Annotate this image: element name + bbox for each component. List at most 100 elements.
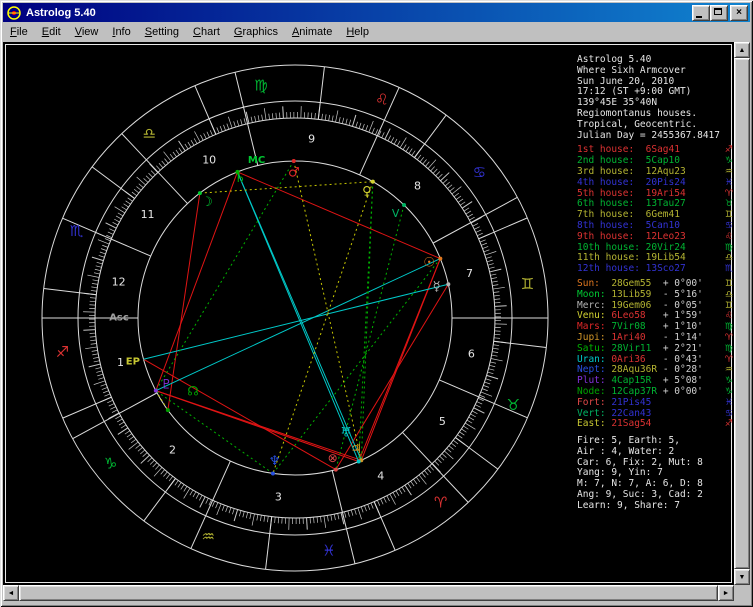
title-bar: Astrolog 5.40 × [3,3,750,22]
svg-text:EP: EP [126,357,140,368]
zodiac-sign-icon: ♊ [724,278,733,289]
planet-position: 13Lib59 [611,288,663,300]
menu-item-setting[interactable]: Setting [138,24,186,40]
svg-text:♊: ♊ [521,275,534,293]
svg-text:Asc: Asc [109,313,129,324]
zodiac-sign-icon: ♌ [724,231,733,242]
chart-canvas[interactable]: ♈ ♉ ♊ ♋ ♌ ♍ ♎ ♏ ♐ ♑ ♒ ♓ 1 2 3 4 5 6 7 8 9 10 11 12 ☉ ☽ ☿ ♀ ♂ ♃ ♄ ♅ ♆ ♇ ☊ ⊗ V… [3,42,734,585]
menu-item-graphics[interactable]: Graphics [227,24,285,40]
planet-row: Moon: 13Lib59 - 5°16' ♎ [577,288,733,301]
planet-row: Satu: 28Vir11 + 2°21' ♍ [577,342,733,355]
house-row: 9th house: 12Leo23 ♌ [577,230,733,243]
chart-info-block: Astrolog 5.40 Where Sixh Armcover Sun June… [577,54,733,141]
zodiac-sign-icon: ♑ [724,376,733,387]
house-row: 4th house: 20Pis24 ♓ [577,176,733,189]
zodiac-sign-icon: ♍ [724,343,733,354]
zodiac-sign-icon: ♑ [724,156,733,167]
svg-text:♆: ♆ [269,454,281,469]
svg-text:9: 9 [308,132,315,145]
zodiac-sign-icon: ♓ [724,397,733,408]
svg-text:2: 2 [169,443,176,456]
svg-text:7: 7 [466,267,473,280]
element-tally-block: Fire: 5, Earth: 5, Air : 4, Water: 2 Car: … [577,435,733,512]
svg-text:MC: MC [248,155,265,166]
zodiac-sign-icon: ♐ [724,145,733,156]
menu-item-chart[interactable]: Chart [186,24,227,40]
scroll-left-arrow[interactable]: ◄ [3,585,19,601]
zodiac-sign-icon: ♎ [724,253,733,264]
svg-text:♇: ♇ [161,378,173,393]
svg-text:♓: ♓ [322,542,335,560]
svg-text:3: 3 [275,491,282,504]
chart-info-line: Where Sixh Armcover [577,64,686,76]
house-cusp-text: 12th house: 13Sco27 [577,263,686,275]
svg-text:☊: ☊ [187,384,199,399]
svg-text:♄: ♄ [234,171,246,186]
planet-latitude: + 2°21' [662,342,703,354]
planet-position-list: Sun: 28Gem55 + 0°00' ♊ Moon: 13Lib59 - 5°1… [577,278,733,430]
vertical-scrollbar[interactable]: ▲ ▼ [734,42,750,585]
tally-line: Learn: 9, Share: 7 [577,499,680,511]
planet-name: Satu: [577,342,612,354]
menu-item-info[interactable]: Info [105,24,137,40]
app-window: Astrolog 5.40 × File Edit View Info Setting C… [0,0,753,607]
menu-item-help[interactable]: Help [339,24,376,40]
zodiac-sign-icon: ♊ [724,210,733,221]
svg-text:4: 4 [377,470,384,483]
zodiac-sign-icon: ♐ [724,419,733,430]
planet-row: East: 21Sag54 ♐ [577,418,733,430]
wheel-chart: ♈♉♊♋♌♍♎♏♐♑♒♓123456789101112☉☽☿♀♂♃♄♅♆♇ ☊⊗V… [41,64,549,572]
zodiac-sign-icon: ♈ [724,354,733,365]
svg-text:♅: ♅ [340,426,352,441]
svg-text:♃: ♃ [350,442,362,457]
zodiac-sign-icon: ♉ [724,199,733,210]
svg-text:♌: ♌ [375,91,388,109]
minimize-button[interactable] [692,4,710,21]
zodiac-sign-icon: ♎ [724,289,733,300]
scroll-right-arrow[interactable]: ► [718,585,734,601]
scroll-down-arrow[interactable]: ▼ [734,569,750,585]
house-cusp-text: 4th house: 20Pis24 [577,176,686,188]
horizontal-scroll-thumb[interactable] [19,585,718,601]
planet-latitude: - 5°16' [662,288,703,300]
zodiac-sign-icon: ♓ [724,177,733,188]
zodiac-sign-icon: ♒ [724,365,733,376]
zodiac-sign-icon: ♑ [724,386,733,397]
minimize-icon [696,15,702,18]
menu-item-view[interactable]: View [68,24,106,40]
planet-name: East: [577,418,612,430]
menu-bar: File Edit View Info Setting Chart Graphics Anim… [3,22,750,42]
maximize-icon [714,7,722,15]
zodiac-sign-icon: ♈ [724,188,733,199]
maximize-button[interactable] [710,4,728,21]
svg-text:♏: ♏ [70,222,84,240]
svg-text:♉: ♉ [507,396,520,414]
menu-item-edit[interactable]: Edit [35,24,68,40]
svg-text:1: 1 [117,356,124,369]
app-icon[interactable] [6,4,22,21]
zodiac-sign-icon: ♈ [724,332,733,343]
caption-buttons: × [692,4,748,21]
planet-position: 21Sag54 [611,418,663,430]
close-icon: × [736,6,742,18]
house-row: 12th house: 13Sco27 ♏ [577,263,733,275]
vertical-scroll-thumb[interactable] [734,58,750,569]
planet-name: Moon: [577,288,612,300]
menu-item-file[interactable]: File [3,24,35,40]
svg-text:♑: ♑ [104,455,117,473]
planet-position: 28Vir11 [611,342,663,354]
zodiac-sign-icon: ♋ [724,220,733,231]
svg-text:♎: ♎ [143,125,156,143]
svg-text:♋: ♋ [473,163,486,181]
svg-text:♒: ♒ [201,527,214,545]
house-cusp-text: 9th house: 12Leo23 [577,230,686,242]
menu-item-animate[interactable]: Animate [285,24,339,40]
zodiac-sign-icon: ♌ [724,311,733,322]
svg-text:☽: ☽ [201,195,213,210]
horizontal-scrollbar[interactable]: ◄ ► [3,585,734,601]
svg-text:10: 10 [202,153,216,166]
zodiac-sign-icon: ♍ [724,322,733,333]
scroll-up-arrow[interactable]: ▲ [734,42,750,58]
zodiac-sign-icon: ♍ [724,242,733,253]
close-button[interactable]: × [730,4,748,21]
